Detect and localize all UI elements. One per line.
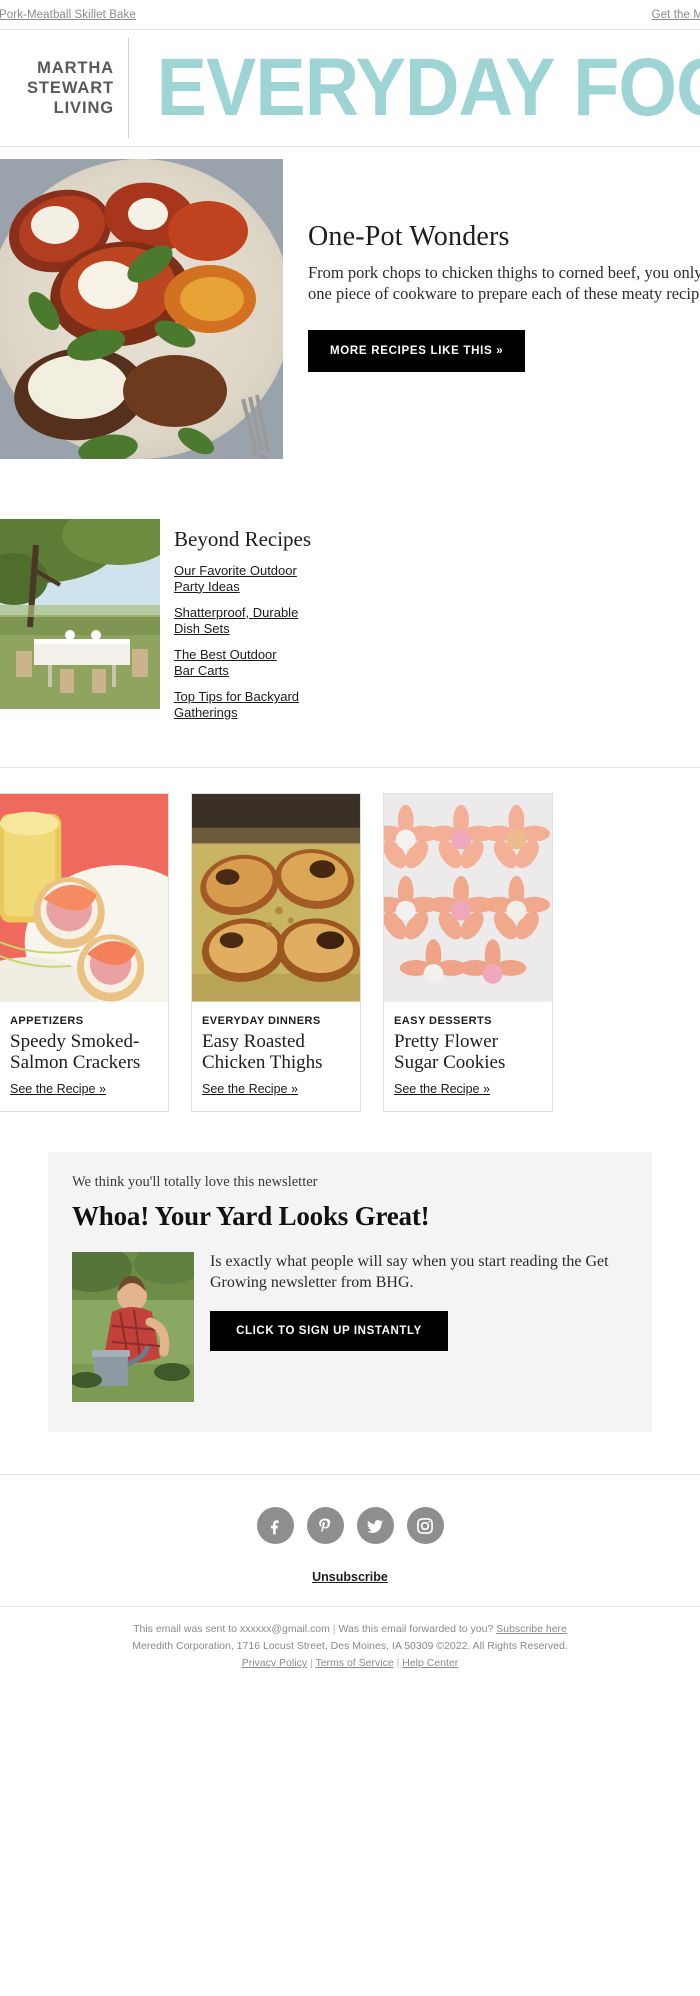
flower-cookies-photo-icon: [384, 794, 552, 1002]
help-center-link[interactable]: Help Center: [402, 1657, 458, 1669]
subscribe-here-link[interactable]: Subscribe here: [496, 1623, 567, 1635]
table-row[interactable]: EVERYDAY DINNERS Easy Roasted Chicken Th…: [191, 793, 361, 1112]
card-body: EASY DESSERTS Pretty Flower Sugar Cookie…: [384, 1004, 552, 1111]
legal-line-3: Privacy Policy | Terms of Service | Help…: [0, 1655, 700, 1672]
promo-kicker: We think you'll totally love this newsle…: [72, 1174, 318, 1190]
facebook-icon[interactable]: [256, 1507, 294, 1544]
sent-to-prefix: This email was sent to: [133, 1623, 240, 1635]
social-links: [0, 1475, 700, 1570]
promo-body-text: Is exactly what people will say when you…: [210, 1253, 609, 1291]
pinterest-glyph: [319, 1518, 331, 1532]
masthead-title-everyday-food[interactable]: EVERYDAY FOOD: [129, 47, 700, 129]
recipe-card-list: APPETIZERS Speedy Smoked-Salmon Crackers…: [0, 768, 700, 1112]
promo-row: Is exactly what people will say when you…: [72, 1252, 628, 1402]
beyond-link-3[interactable]: The Best Outdoor Bar Carts: [174, 647, 299, 678]
card-body: APPETIZERS Speedy Smoked-Salmon Crackers…: [0, 1004, 168, 1111]
card-image-easy-desserts[interactable]: [384, 794, 552, 1004]
preheader-left-link[interactable]: Pork-Meatball Skillet Bake: [0, 9, 136, 21]
card-category: EASY DESSERTS: [394, 1015, 492, 1027]
card-title: Pretty Flower Sugar Cookies: [394, 1031, 506, 1073]
beyond-recipes-image[interactable]: [0, 519, 160, 709]
card-body: EVERYDAY DINNERS Easy Roasted Chicken Th…: [192, 1004, 360, 1111]
card-see-the-recipe-link[interactable]: See the Recipe »: [394, 1082, 490, 1096]
legal-line-2: Meredith Corporation, 1716 Locust Street…: [132, 1640, 568, 1652]
card-title: Easy Roasted Chicken Thighs: [202, 1031, 323, 1073]
privacy-policy-link[interactable]: Privacy Policy: [242, 1657, 307, 1669]
card-category: APPETIZERS: [10, 1015, 84, 1027]
beyond-recipes-heading: Beyond Recipes: [174, 527, 312, 551]
hero-food-photo-icon: [0, 159, 283, 459]
hero-section: One-Pot Wonders From pork chops to chick…: [0, 147, 700, 459]
promo-cta-button[interactable]: CLICK TO SIGN UP INSTANTLY: [210, 1311, 448, 1351]
legal-line-1: This email was sent to xxxxxx@gmail.com …: [0, 1621, 700, 1638]
card-category: EVERYDAY DINNERS: [202, 1015, 321, 1027]
facebook-glyph: [271, 1519, 279, 1534]
brand-line-2: STEWART: [27, 79, 114, 97]
brand-martha-stewart-living[interactable]: MARTHA STEWART LIVING: [0, 58, 128, 118]
table-row[interactable]: EASY DESSERTS Pretty Flower Sugar Cookie…: [383, 793, 553, 1112]
promo-image[interactable]: [72, 1252, 194, 1402]
sent-to-email: xxxxxx@gmail.com: [239, 1623, 330, 1635]
card-see-the-recipe-link[interactable]: See the Recipe »: [202, 1082, 298, 1096]
hero-image[interactable]: [0, 159, 283, 459]
beyond-link-2[interactable]: Shatterproof, Durable Dish Sets: [174, 605, 299, 636]
beyond-link-1[interactable]: Our Favorite Outdoor Party Ideas: [174, 563, 299, 594]
promo-heading: Whoa! Your Yard Looks Great!: [72, 1201, 430, 1231]
card-title: Speedy Smoked-Salmon Crackers: [10, 1031, 141, 1073]
preheader-right-link[interactable]: Get the Magazine: [652, 9, 700, 21]
legal-text-block: This email was sent to xxxxxx@gmail.com …: [0, 1607, 700, 1672]
beyond-recipes-section: Beyond Recipes Our Favorite Outdoor Part…: [0, 519, 700, 731]
roasted-chicken-photo-icon: [192, 794, 360, 1002]
masthead: MARTHA STEWART LIVING EVERYDAY FOOD: [0, 30, 700, 146]
legal-separator-1: |: [332, 1623, 336, 1635]
terms-of-service-link[interactable]: Terms of Service: [315, 1657, 393, 1669]
hero-copy: One-Pot Wonders From pork chops to chick…: [283, 159, 700, 459]
twitter-icon[interactable]: [356, 1507, 394, 1544]
brand-line-3: LIVING: [53, 99, 114, 117]
card-image-appetizers[interactable]: [0, 794, 168, 1004]
unsubscribe-link[interactable]: Unsubscribe: [0, 1570, 700, 1590]
instagram-glyph: [417, 1517, 433, 1534]
legal-separator-2: |: [310, 1657, 313, 1669]
hero-body-text: From pork chops to chicken thighs to cor…: [308, 263, 700, 303]
hero-cta-button[interactable]: MORE RECIPES LIKE THIS »: [308, 330, 526, 372]
card-image-everyday-dinners[interactable]: [192, 794, 360, 1004]
instagram-icon[interactable]: [406, 1507, 444, 1544]
brand-line-1: MARTHA: [37, 59, 114, 77]
promo-copy: Is exactly what people will say when you…: [194, 1252, 628, 1402]
twitter-glyph: [367, 1519, 384, 1533]
beyond-recipes-copy: Beyond Recipes Our Favorite Outdoor Part…: [160, 519, 311, 731]
table-row[interactable]: APPETIZERS Speedy Smoked-Salmon Crackers…: [0, 793, 169, 1112]
gardening-photo-icon: [72, 1252, 194, 1402]
card-see-the-recipe-link[interactable]: See the Recipe »: [10, 1082, 106, 1096]
hero-heading: One-Pot Wonders: [308, 221, 510, 252]
pinterest-icon[interactable]: [306, 1507, 344, 1544]
newsletter-promo-box: We think you'll totally love this newsle…: [48, 1152, 652, 1432]
preheader-bar: Pork-Meatball Skillet Bake Get the Magaz…: [0, 0, 700, 30]
beyond-link-4[interactable]: Top Tips for Backyard Gatherings: [174, 689, 299, 720]
legal-separator-3: |: [396, 1657, 400, 1669]
salmon-cracker-photo-icon: [0, 794, 168, 1002]
forwarded-text: Was this email forwarded to you?: [338, 1623, 494, 1635]
outdoor-party-photo-icon: [0, 519, 160, 709]
